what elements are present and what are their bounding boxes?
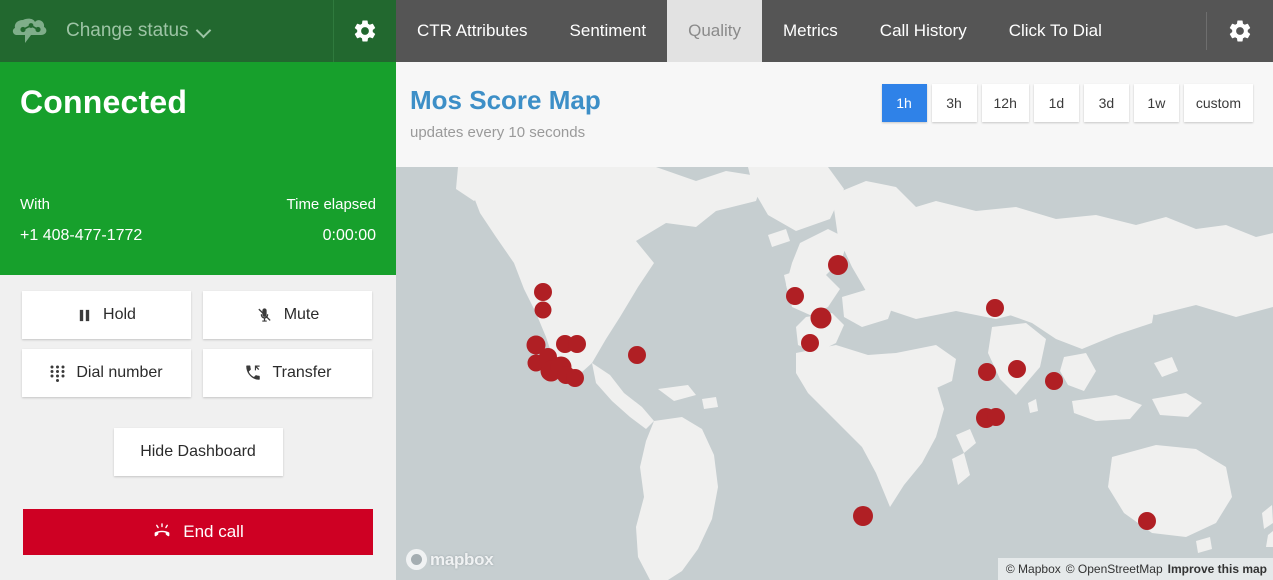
dashboard-settings-button[interactable] [1207,0,1273,62]
attribution-improve-link[interactable]: Improve this map [1168,562,1267,576]
dial-number-label: Dial number [76,364,163,381]
range-button-1h[interactable]: 1h [881,84,927,122]
map-marker[interactable] [853,506,873,526]
change-status-label: Change status [66,20,189,41]
map-marker[interactable] [534,283,552,301]
call-status-banner: Connected With Time elapsed +1 408-477-1… [0,62,396,275]
dialpad-icon [50,365,65,382]
end-call-label: End call [183,522,244,541]
map-marker[interactable] [987,408,1005,426]
softphone-header: Change status [0,0,396,62]
hide-dashboard-row: Hide Dashboard [22,428,374,476]
microphone-muted-icon [258,307,271,322]
gear-icon [354,20,376,42]
map-marker[interactable] [801,334,819,352]
connection-status: Connected [20,84,188,120]
call-meta-values: +1 408-477-1772 0:00:00 [20,227,376,245]
app-root: Change status Connected With Time elapse… [0,0,1273,580]
map-attribution: © Mapbox © OpenStreetMap Improve this ma… [997,558,1273,580]
mute-button[interactable]: Mute [203,291,372,339]
range-button-1d[interactable]: 1d [1033,84,1079,122]
tabbar-spacer [1123,0,1206,62]
map-marker[interactable] [1008,360,1026,378]
range-button-1w[interactable]: 1w [1133,84,1179,122]
panel-header: Mos Score Map updates every 10 seconds 1… [396,62,1273,167]
time-elapsed-value: 0:00:00 [322,227,376,244]
map-marker[interactable] [786,287,804,305]
app-logo [0,0,62,62]
map-marker[interactable] [566,369,584,387]
tab-quality[interactable]: Quality [667,0,763,76]
call-control-grid: Hold Mute Dial number Transfer [22,291,374,397]
tab-ctr-attributes[interactable]: CTR Attributes [396,0,549,62]
tab-sentiment[interactable]: Sentiment [549,0,668,62]
time-range-selector: 1h 3h 12h 1d 3d 1w custom [881,84,1253,122]
tab-metrics-label: Metrics [783,21,838,40]
map-marker[interactable] [986,299,1004,317]
hide-dashboard-button[interactable]: Hide Dashboard [113,428,283,476]
mapbox-logo[interactable]: mapbox [406,549,494,570]
map-marker[interactable] [534,301,552,319]
range-button-custom[interactable]: custom [1183,84,1253,122]
map-marker[interactable] [628,346,646,364]
map-marker[interactable] [828,255,848,275]
softphone-settings-button[interactable] [334,0,396,62]
with-label: With [20,196,50,213]
end-call-row: End call [22,509,374,555]
map-marker[interactable] [978,363,996,381]
softphone-panel: Change status Connected With Time elapse… [0,0,396,580]
tab-sentiment-label: Sentiment [569,21,647,40]
with-phone-number: +1 408-477-1772 [20,227,143,244]
dashboard-tabbar: CTR Attributes Sentiment Quality Metrics… [396,0,1273,76]
attribution-openstreetmap[interactable]: © OpenStreetMap [1066,562,1163,576]
tab-click-to-dial-label: Click To Dial [1008,21,1102,40]
dashboard-panel: CTR Attributes Sentiment Quality Metrics… [396,0,1273,580]
gear-icon [1229,20,1251,42]
tab-call-history-label: Call History [879,21,967,40]
end-call-button[interactable]: End call [23,509,373,555]
mute-label: Mute [283,306,320,323]
dial-number-button[interactable]: Dial number [22,349,191,397]
map-marker[interactable] [810,307,832,329]
pause-icon [79,309,90,321]
cloud-analytics-logo-icon [12,18,47,43]
range-button-3d[interactable]: 3d [1083,84,1129,122]
mapbox-mark-icon [406,549,427,570]
tab-ctr-attributes-label: CTR Attributes [417,21,528,40]
change-status-dropdown[interactable]: Change status [62,20,333,42]
call-controls: Hold Mute Dial number Transfer Hide Dash… [0,275,396,555]
map-marker[interactable] [1138,512,1156,530]
hangup-phone-icon [154,523,170,537]
hold-label: Hold [103,306,136,323]
tab-metrics[interactable]: Metrics [762,0,859,62]
map-marker[interactable] [568,335,586,353]
hold-button[interactable]: Hold [22,291,191,339]
map-marker[interactable] [1045,372,1063,390]
range-button-12h[interactable]: 12h [981,84,1029,122]
transfer-button[interactable]: Transfer [203,349,372,397]
mos-score-map[interactable]: mapbox © Mapbox © OpenStreetMap Improve … [396,167,1273,580]
tab-click-to-dial[interactable]: Click To Dial [988,0,1123,62]
mapbox-wordmark: mapbox [430,549,494,569]
tab-quality-label: Quality [688,21,742,40]
chevron-down-icon [198,23,211,36]
phone-transfer-icon [245,365,260,380]
call-meta-labels: With Time elapsed [20,196,376,213]
page-subtitle: updates every 10 seconds [410,124,586,141]
attribution-mapbox[interactable]: © Mapbox [1006,562,1061,576]
time-elapsed-label: Time elapsed [286,196,377,213]
tab-call-history[interactable]: Call History [859,0,988,62]
transfer-label: Transfer [272,364,332,381]
range-button-3h[interactable]: 3h [931,84,977,122]
